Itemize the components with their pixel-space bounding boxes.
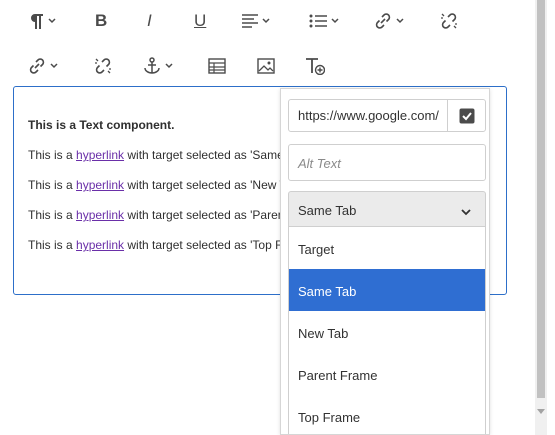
apply-button[interactable]: [447, 99, 486, 132]
checkbox-checked-icon: [459, 108, 474, 123]
paragraph-icon: [31, 14, 43, 29]
image-button[interactable]: [257, 52, 275, 80]
window-edge: [547, 0, 555, 435]
link-button-2[interactable]: [28, 52, 58, 80]
scroll-down-arrow-icon[interactable]: [537, 409, 545, 414]
scrollbar-thumb[interactable]: [537, 0, 545, 398]
hyperlink[interactable]: hyperlink: [76, 238, 124, 252]
anchor-button[interactable]: [143, 52, 173, 80]
list-button[interactable]: [309, 7, 339, 35]
link-icon: [29, 58, 45, 74]
list-icon: [309, 14, 327, 28]
option-top-frame[interactable]: Top Frame: [289, 395, 485, 434]
unlink-icon: [441, 13, 457, 29]
underline-icon: U: [194, 11, 207, 30]
bold-button[interactable]: B: [95, 7, 107, 35]
editor-heading: This is a Text component.: [28, 118, 175, 132]
target-options-list: Target Same Tab New Tab Parent Frame Top…: [288, 227, 486, 434]
target-select-value: Same Tab: [298, 203, 357, 218]
hyperlink[interactable]: hyperlink: [76, 148, 124, 162]
justify-icon: [242, 14, 258, 28]
url-field[interactable]: https://www.google.com/: [288, 99, 448, 132]
link-icon: [375, 13, 391, 29]
text-style-icon: [306, 58, 325, 75]
underline-button[interactable]: U: [194, 7, 206, 35]
option-target[interactable]: Target: [289, 227, 485, 269]
link-button[interactable]: [374, 7, 404, 35]
link-dialog: https://www.google.com/ Alt Text Same Ta…: [280, 88, 490, 435]
unlink-button[interactable]: [440, 7, 458, 35]
chevron-down-icon: [396, 18, 404, 24]
hyperlink[interactable]: hyperlink: [76, 208, 124, 222]
target-select[interactable]: Same Tab: [288, 191, 486, 227]
alt-text-field[interactable]: Alt Text: [288, 144, 486, 181]
option-parent-frame[interactable]: Parent Frame: [289, 353, 485, 395]
italic-button[interactable]: I: [147, 7, 152, 35]
table-icon: [208, 58, 226, 74]
chevron-down-icon: [461, 204, 471, 219]
chevron-down-icon: [50, 63, 58, 69]
chevron-down-icon: [165, 63, 173, 69]
unlink-button-2[interactable]: [94, 52, 112, 80]
editor-line: This is a hyperlink with target selected…: [28, 148, 284, 162]
hyperlink[interactable]: hyperlink: [76, 178, 124, 192]
anchor-icon: [144, 57, 160, 74]
bold-icon: B: [95, 11, 108, 30]
editor-line: This is a hyperlink with target selected…: [28, 238, 287, 252]
text-style-button[interactable]: [305, 52, 325, 80]
justify-button[interactable]: [242, 7, 270, 35]
paragraph-format-button[interactable]: [28, 7, 56, 35]
chevron-down-icon: [262, 18, 270, 24]
option-same-tab[interactable]: Same Tab: [289, 269, 485, 311]
chevron-down-icon: [331, 18, 339, 24]
chevron-down-icon: [48, 18, 56, 24]
option-new-tab[interactable]: New Tab: [289, 311, 485, 353]
editor-line: This is a hyperlink with target selected…: [28, 208, 288, 222]
unlink-icon: [95, 58, 111, 74]
table-button[interactable]: [208, 52, 226, 80]
editor-line: This is a hyperlink with target selected…: [28, 178, 287, 192]
image-icon: [257, 58, 275, 74]
italic-icon: I: [147, 11, 152, 30]
